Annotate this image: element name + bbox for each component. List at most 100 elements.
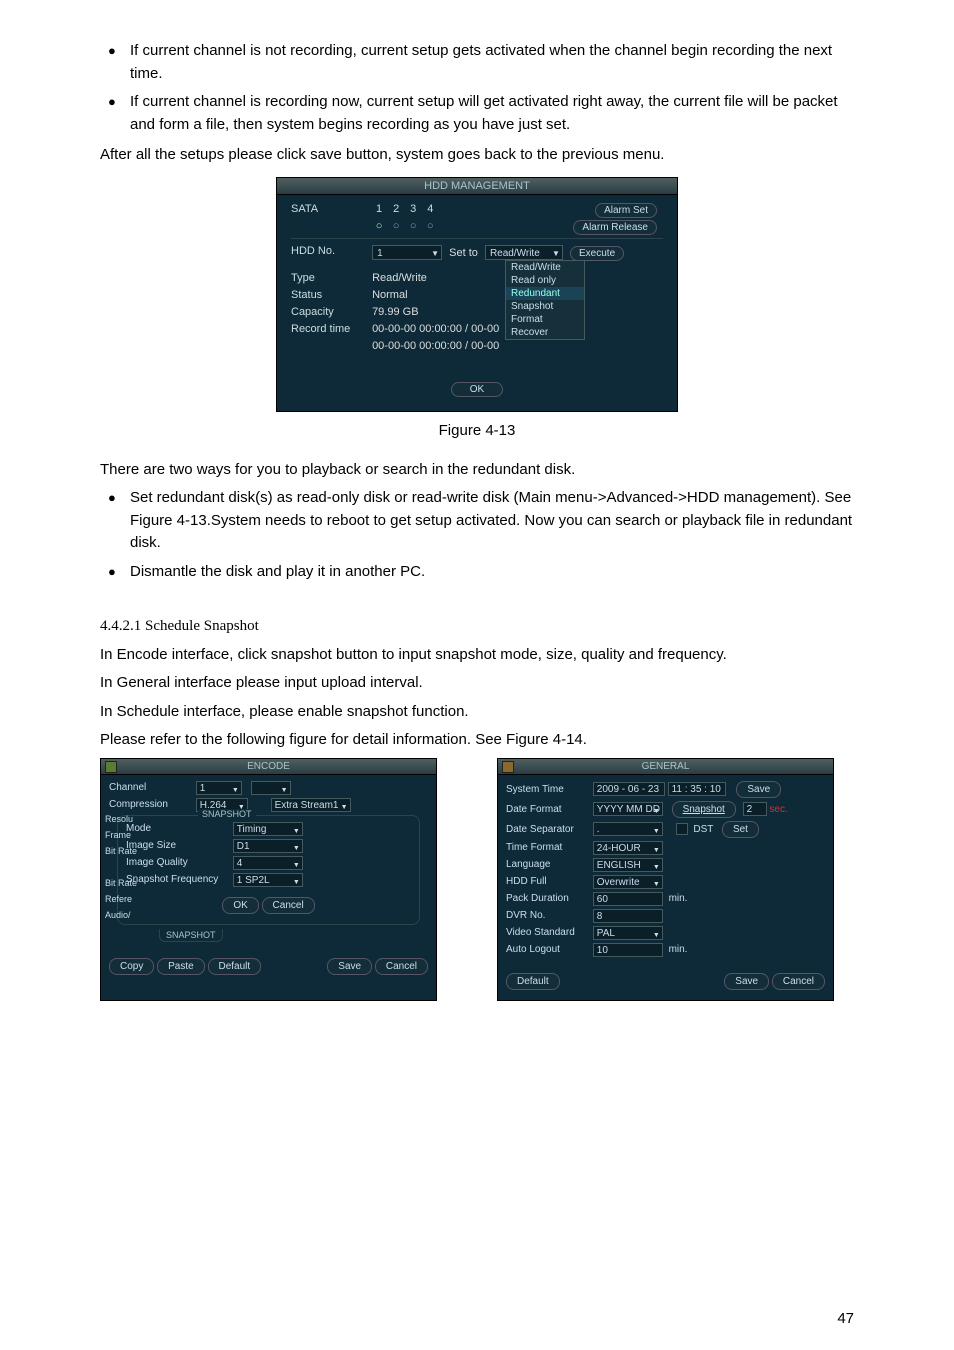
- dropdown-item[interactable]: Format: [506, 313, 584, 326]
- paragraph: In Schedule interface, please enable sna…: [100, 701, 854, 724]
- encode-dialog: ENCODE Channel 1▼ ▼ Compression H.264▼ E…: [100, 758, 437, 1001]
- extra-stream-select[interactable]: Extra Stream1▼: [271, 798, 351, 812]
- status-label: Status: [291, 289, 369, 301]
- save-button[interactable]: Save: [724, 973, 769, 990]
- cancel-button[interactable]: Cancel: [772, 973, 825, 990]
- snapshot-button[interactable]: Snapshot: [672, 801, 736, 818]
- record-time-label: Record time: [291, 323, 369, 335]
- sata-col-2: 2: [389, 203, 403, 215]
- system-time-label: System Time: [506, 784, 590, 795]
- dst-checkbox[interactable]: [676, 823, 688, 835]
- hdd-full-select[interactable]: Overwrite▼: [593, 875, 663, 889]
- sata-status-3: ○: [406, 220, 420, 232]
- dropdown-item-selected[interactable]: Redundant: [506, 287, 584, 300]
- pack-duration-input[interactable]: 60: [593, 892, 663, 906]
- video-standard-select[interactable]: PAL▼: [593, 926, 663, 940]
- video-standard-label: Video Standard: [506, 927, 590, 938]
- dialog-title: GENERAL: [498, 759, 833, 775]
- paragraph: In General interface please input upload…: [100, 672, 854, 695]
- time-input[interactable]: 11 : 35 : 10: [668, 782, 726, 796]
- sata-status-1: ○: [372, 220, 386, 232]
- alarm-set-button[interactable]: Alarm Set: [595, 203, 657, 218]
- image-size-label: Image Size: [126, 840, 230, 851]
- min-label: min.: [669, 944, 688, 955]
- mode-label: Mode: [126, 823, 230, 834]
- bullet-item: If current channel is recording now, cur…: [130, 91, 854, 136]
- status-value: Normal: [372, 289, 407, 301]
- type-label: Type: [291, 272, 369, 284]
- set-to-dropdown[interactable]: Read/Write Read only Redundant Snapshot …: [505, 260, 585, 340]
- sata-col-1: 1: [372, 203, 386, 215]
- snapshot-cancel-button[interactable]: Cancel: [262, 897, 315, 914]
- alarm-release-button[interactable]: Alarm Release: [573, 220, 657, 235]
- image-quality-select[interactable]: 4▼: [233, 856, 303, 870]
- dialog-title: ENCODE: [101, 759, 436, 775]
- channel-extra[interactable]: ▼: [251, 781, 291, 795]
- cancel-button[interactable]: Cancel: [375, 958, 428, 975]
- hdd-management-dialog: HDD MANAGEMENT SATA 1 2 3 4 Alarm Set ○ …: [276, 177, 678, 412]
- encode-icon: [105, 761, 117, 773]
- time-format-label: Time Format: [506, 842, 590, 853]
- save-button[interactable]: Save: [327, 958, 372, 975]
- language-select[interactable]: ENGLISH▼: [593, 858, 663, 872]
- paragraph: After all the setups please click save b…: [100, 144, 854, 167]
- general-icon: [502, 761, 514, 773]
- dvr-no-input[interactable]: 8: [593, 909, 663, 923]
- sata-status-4: ○: [423, 220, 437, 232]
- time-format-select[interactable]: 24-HOUR▼: [593, 841, 663, 855]
- dropdown-item[interactable]: Snapshot: [506, 300, 584, 313]
- type-value: Read/Write: [372, 272, 427, 284]
- auto-logout-label: Auto Logout: [506, 944, 590, 955]
- bullet-item: If current channel is not recording, cur…: [130, 40, 854, 85]
- snapshot-title: SNAPSHOT: [198, 809, 256, 819]
- paste-button[interactable]: Paste: [157, 958, 205, 975]
- auto-logout-input[interactable]: 10: [593, 943, 663, 957]
- record-time-value-2: 00-00-00 00:00:00 / 00-00: [372, 340, 499, 352]
- snapshot-tab[interactable]: SNAPSHOT: [159, 929, 223, 942]
- channel-label: Channel: [109, 782, 193, 793]
- audio-label: Audio/: [105, 907, 137, 923]
- snapshot-nested-panel: SNAPSHOT Mode Timing▼ Image Size D1▼ Ima…: [117, 815, 420, 925]
- default-button[interactable]: Default: [506, 973, 560, 990]
- ok-button[interactable]: OK: [451, 382, 503, 397]
- dropdown-item[interactable]: Read only: [506, 274, 584, 287]
- date-input[interactable]: 2009 - 06 - 23: [593, 782, 665, 796]
- snapshot-sec-input[interactable]: 2: [743, 802, 767, 816]
- dst-label: DST: [693, 824, 713, 835]
- language-label: Language: [506, 859, 590, 870]
- channel-select[interactable]: 1▼: [196, 781, 242, 795]
- hdd-no-label: HDD No.: [291, 245, 369, 257]
- dialog-title: HDD MANAGEMENT: [277, 178, 677, 195]
- save-time-button[interactable]: Save: [736, 781, 781, 798]
- capacity-label: Capacity: [291, 306, 369, 318]
- date-format-label: Date Format: [506, 804, 590, 815]
- pack-duration-label: Pack Duration: [506, 893, 590, 904]
- hdd-full-label: HDD Full: [506, 876, 590, 887]
- date-separator-label: Date Separator: [506, 824, 590, 835]
- sata-col-4: 4: [423, 203, 437, 215]
- default-button[interactable]: Default: [208, 958, 262, 975]
- min-label: min.: [669, 893, 688, 904]
- date-format-select[interactable]: YYYY MM DD▼: [593, 802, 663, 816]
- frame-label: Frame: [105, 827, 137, 843]
- mode-select[interactable]: Timing▼: [233, 822, 303, 836]
- dst-set-button[interactable]: Set: [722, 821, 759, 838]
- hdd-no-select[interactable]: 1▼: [372, 245, 442, 260]
- bullet-item: Dismantle the disk and play it in anothe…: [130, 561, 854, 584]
- sata-label: SATA: [291, 203, 369, 215]
- image-quality-label: Image Quality: [126, 857, 230, 868]
- snapshot-ok-button[interactable]: OK: [222, 897, 258, 914]
- paragraph: There are two ways for you to playback o…: [100, 459, 854, 482]
- figure-caption: Figure 4-13: [100, 422, 854, 439]
- dropdown-item[interactable]: Recover: [506, 326, 584, 339]
- hdd-no-value: 1: [377, 248, 383, 259]
- copy-button[interactable]: Copy: [109, 958, 154, 975]
- paragraph: Please refer to the following figure for…: [100, 729, 854, 752]
- execute-button[interactable]: Execute: [570, 246, 624, 261]
- date-separator-select[interactable]: .▼: [593, 822, 663, 836]
- image-size-select[interactable]: D1▼: [233, 839, 303, 853]
- reference-label: Refere: [105, 891, 137, 907]
- snapshot-freq-select[interactable]: 1 SP2L▼: [233, 873, 303, 887]
- dropdown-item[interactable]: Read/Write: [506, 261, 584, 274]
- set-to-select[interactable]: Read/Write▼: [485, 245, 563, 260]
